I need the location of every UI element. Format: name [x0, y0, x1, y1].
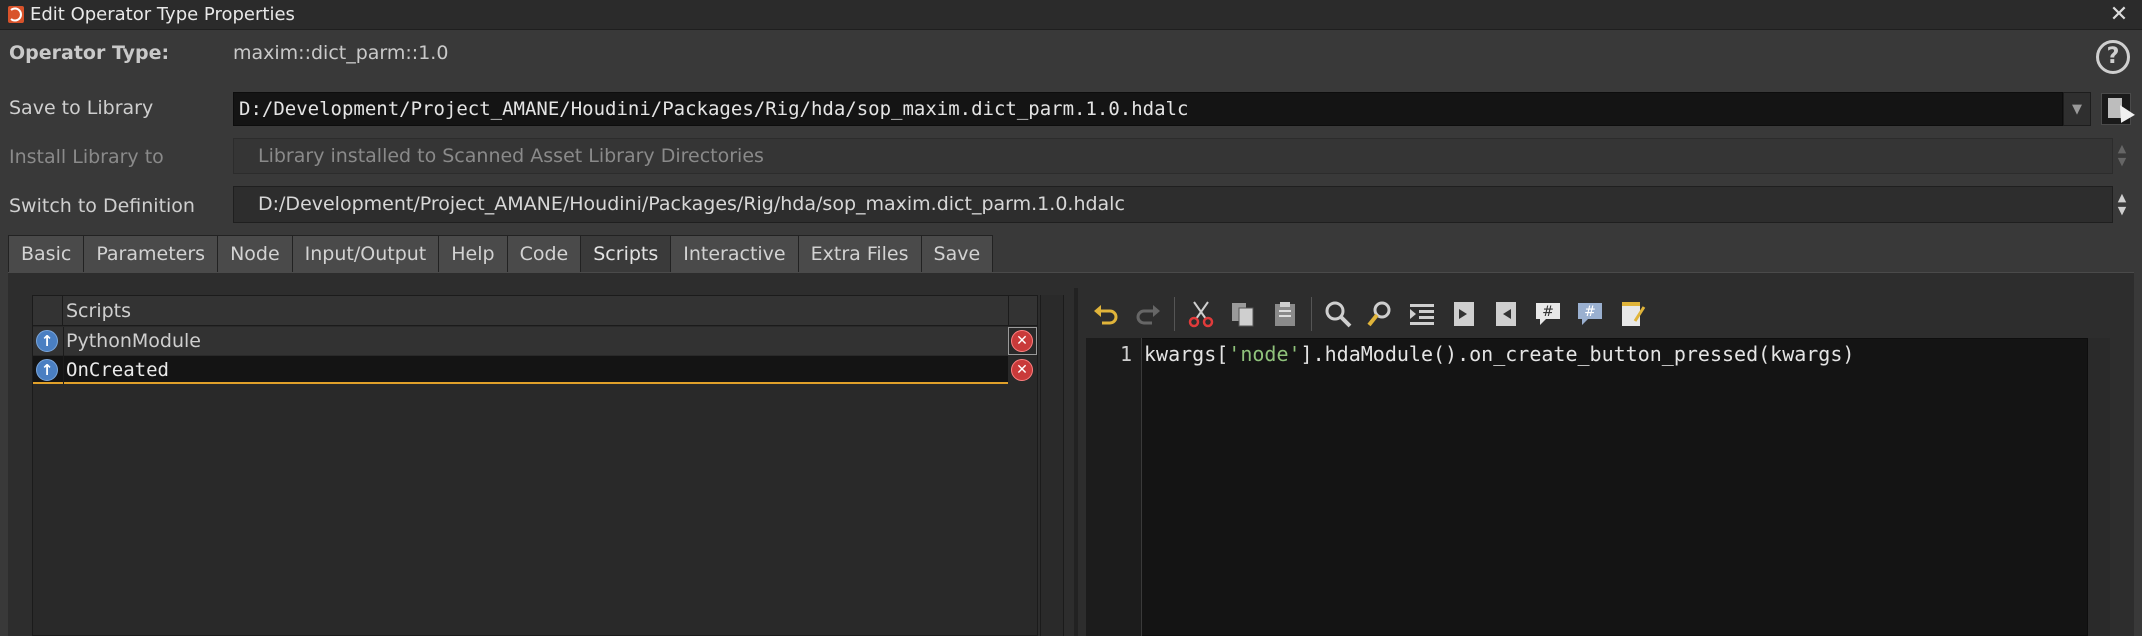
code-line[interactable]: kwargs['node'].hdaModule().on_create_but… [1144, 340, 1854, 368]
svg-text:#: # [1542, 304, 1554, 320]
tab-bar: Basic Parameters Node Input/Output Help … [8, 235, 994, 273]
title-bar[interactable] [0, 0, 2142, 30]
comment-out-icon[interactable] [1488, 296, 1524, 332]
tab-basic[interactable]: Basic [8, 235, 84, 273]
operator-type-label: Operator Type: [9, 42, 170, 64]
block-comment-icon[interactable]: # [1572, 296, 1608, 332]
notepad-icon[interactable] [1614, 296, 1650, 332]
indent-icon[interactable] [1404, 296, 1440, 332]
delete-icon[interactable]: ✕ [1011, 359, 1033, 381]
switch-definition-label: Switch to Definition [9, 195, 195, 217]
tab-parameters[interactable]: Parameters [83, 235, 218, 273]
list-header-right [1008, 296, 1037, 326]
help-icon[interactable]: ? [2096, 40, 2130, 74]
list-header-corner [33, 296, 63, 326]
menu-arrows-icon: ▲ ▼ [2117, 142, 2127, 168]
window-title: Edit Operator Type Properties [30, 4, 295, 25]
install-library-menu[interactable]: Library installed to Scanned Asset Libra… [233, 138, 2113, 174]
operator-type-value: maxim::dict_parm::1.0 [233, 42, 449, 64]
tab-save[interactable]: Save [920, 235, 994, 273]
redo-icon[interactable] [1130, 296, 1166, 332]
find-icon[interactable] [1320, 296, 1356, 332]
code-editor[interactable] [1086, 338, 2088, 636]
switch-definition-menu[interactable]: D:/Development/Project_AMANE/Houdini/Pac… [233, 186, 2113, 223]
install-library-label: Install Library to [9, 146, 164, 168]
undo-icon[interactable] [1088, 296, 1124, 332]
menu-arrows-icon[interactable]: ▲ ▼ [2113, 186, 2131, 223]
svg-text:#: # [1584, 304, 1596, 320]
tab-help[interactable]: Help [438, 235, 507, 273]
cut-icon[interactable] [1183, 296, 1219, 332]
list-item-selected[interactable] [33, 356, 1008, 384]
houdini-app-icon [8, 6, 24, 23]
chevron-down-icon[interactable]: ▼ [2063, 92, 2091, 126]
string-literal: 'node' [1228, 342, 1301, 366]
delete-icon[interactable]: ✕ [1011, 330, 1033, 352]
comment-in-icon[interactable] [1446, 296, 1482, 332]
file-chooser-button[interactable] [2101, 93, 2135, 125]
copy-icon[interactable] [1225, 296, 1261, 332]
script-name[interactable]: PythonModule [66, 327, 201, 355]
save-to-library-field[interactable]: D:/Development/Project_AMANE/Houdini/Pac… [233, 92, 2063, 126]
line-number: 1 [1119, 342, 1132, 366]
tab-extra-files[interactable]: Extra Files [797, 235, 921, 273]
scripts-list-header [33, 296, 1037, 326]
scripts-column-header[interactable]: Scripts [66, 296, 131, 326]
tab-code[interactable]: Code [506, 235, 581, 273]
find-replace-icon[interactable] [1362, 296, 1398, 332]
save-to-library-label: Save to Library [9, 97, 154, 119]
toolbar-separator [1174, 297, 1175, 331]
code-token: ].hdaModule().on_create_button_pressed(k… [1300, 342, 1855, 366]
pane-splitter[interactable] [1074, 288, 1078, 636]
toolbar-separator [1311, 297, 1312, 331]
scripts-list-scrollbar[interactable] [1040, 295, 1064, 636]
row-divider [63, 327, 64, 384]
line-number-gutter [1086, 338, 1142, 636]
code-token: kwargs[ [1144, 342, 1229, 366]
hash-comment-icon[interactable]: # [1530, 296, 1566, 332]
editor-toolbar: # # [1088, 296, 1650, 332]
tab-input-output[interactable]: Input/Output [291, 235, 439, 273]
tab-node[interactable]: Node [217, 235, 292, 273]
script-name-input[interactable]: OnCreated [66, 356, 169, 384]
arrow-up-icon[interactable]: ↑ [36, 359, 58, 381]
arrow-up-icon[interactable]: ↑ [36, 330, 58, 352]
close-icon[interactable]: ✕ [2106, 2, 2132, 28]
paste-icon[interactable] [1267, 296, 1303, 332]
tab-scripts[interactable]: Scripts [580, 235, 671, 273]
tab-interactive[interactable]: Interactive [670, 235, 798, 273]
editor-scrollbar[interactable] [2088, 338, 2110, 636]
